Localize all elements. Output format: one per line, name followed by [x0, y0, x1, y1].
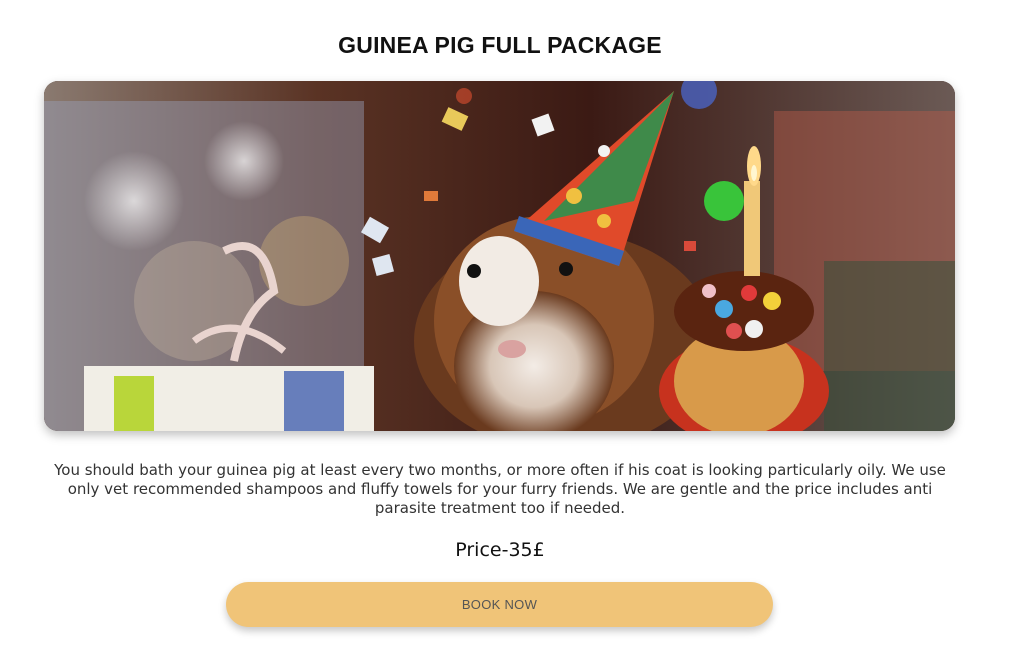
product-description: You should bath your guinea pig at least… [54, 461, 946, 517]
product-image [44, 81, 955, 431]
price-label: Price-35£ [455, 539, 545, 561]
page-title: GUINEA PIG FULL PACKAGE [338, 32, 662, 58]
book-now-button[interactable]: BOOK NOW [226, 582, 773, 627]
